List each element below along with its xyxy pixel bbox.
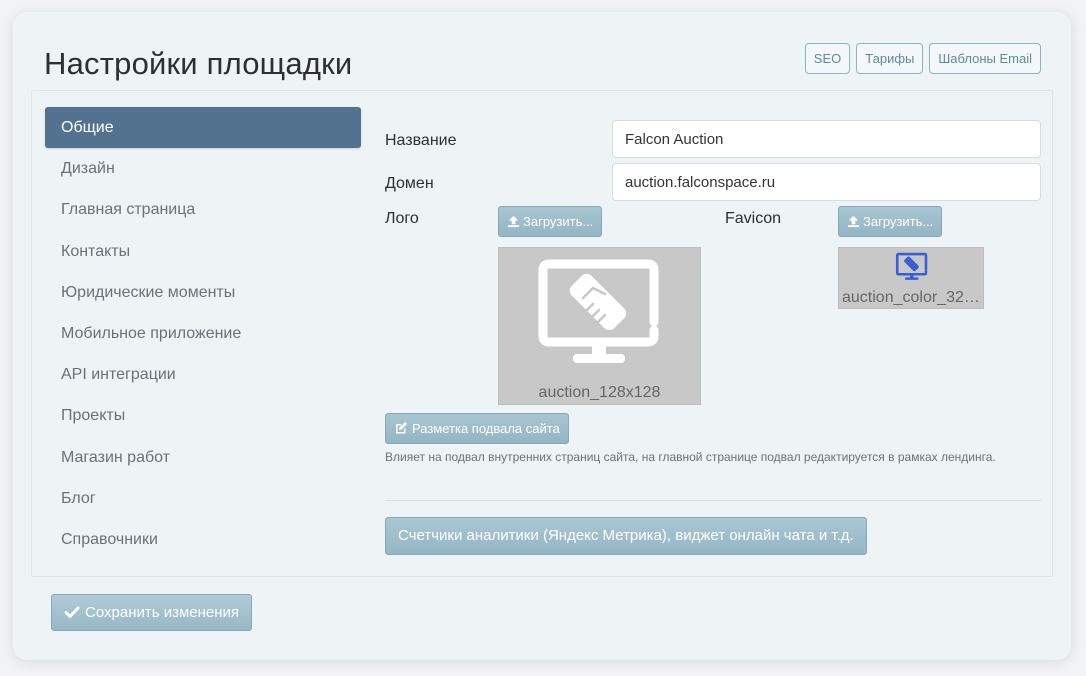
sidebar-item-design[interactable]: Дизайн	[45, 148, 361, 189]
sidebar: Общие Дизайн Главная страница Контакты Ю…	[45, 107, 361, 560]
logo-label: Лого	[385, 210, 419, 227]
sidebar-item-blog[interactable]: Блог	[45, 478, 361, 519]
footer-markup-label: Разметка подвала сайта	[412, 421, 560, 436]
analytics-button[interactable]: Счетчики аналитики (Яндекс Метрика), вид…	[385, 517, 867, 555]
sidebar-item-shop[interactable]: Магазин работ	[45, 437, 361, 478]
sidebar-item-api[interactable]: API интеграции	[45, 354, 361, 395]
page-title: Настройки площадки	[44, 46, 353, 81]
logo-upload-label: Загрузить...	[523, 214, 594, 229]
favicon-caption: auction_color_32x32	[842, 289, 983, 306]
name-input[interactable]	[612, 120, 1041, 158]
logo-preview[interactable]: auction_128x128	[498, 247, 701, 405]
upload-icon	[847, 215, 860, 228]
seo-button[interactable]: SEO	[804, 43, 851, 74]
handshake-monitor-icon	[538, 259, 659, 363]
upload-icon	[507, 215, 520, 228]
divider	[385, 500, 1041, 501]
favicon-upload-label: Загрузить...	[863, 214, 934, 229]
edit-icon	[396, 422, 407, 434]
settings-card: Настройки площадки SEO Тарифы Шаблоны Em…	[13, 12, 1071, 660]
settings-panel: Общие Дизайн Главная страница Контакты Ю…	[31, 90, 1053, 577]
email-templates-button[interactable]: Шаблоны Email	[929, 43, 1041, 74]
footer-hint: Влияет на подвал внутренних страниц сайт…	[385, 450, 996, 464]
sidebar-item-legal[interactable]: Юридические моменты	[45, 272, 361, 313]
domain-label: Домен	[385, 175, 434, 192]
logo-caption: auction_128x128	[538, 384, 661, 401]
tariffs-button[interactable]: Тарифы	[856, 43, 924, 74]
favicon-preview[interactable]: auction_color_32x32	[838, 247, 984, 309]
logo-upload-button[interactable]: Загрузить...	[498, 206, 603, 237]
sidebar-item-projects[interactable]: Проекты	[45, 395, 361, 436]
general-settings-content: Название Домен Лого Загрузить...	[385, 91, 1041, 576]
sidebar-item-references[interactable]: Справочники	[45, 519, 361, 560]
footer-markup-button[interactable]: Разметка подвала сайта	[385, 413, 569, 444]
header-actions: SEO Тарифы Шаблоны Email	[804, 43, 1041, 74]
handshake-monitor-icon	[895, 252, 928, 280]
check-icon	[64, 606, 80, 618]
save-button[interactable]: Сохранить изменения	[51, 594, 253, 631]
save-label: Сохранить изменения	[85, 604, 240, 621]
sidebar-item-mobile-app[interactable]: Мобильное приложение	[45, 313, 361, 354]
domain-input[interactable]	[612, 163, 1041, 201]
name-label: Название	[385, 132, 457, 149]
favicon-label: Favicon	[725, 210, 782, 227]
favicon-upload-button[interactable]: Загрузить...	[838, 206, 943, 237]
sidebar-item-contacts[interactable]: Контакты	[45, 231, 361, 272]
sidebar-item-general[interactable]: Общие	[45, 107, 361, 149]
sidebar-item-home-page[interactable]: Главная страница	[45, 189, 361, 230]
